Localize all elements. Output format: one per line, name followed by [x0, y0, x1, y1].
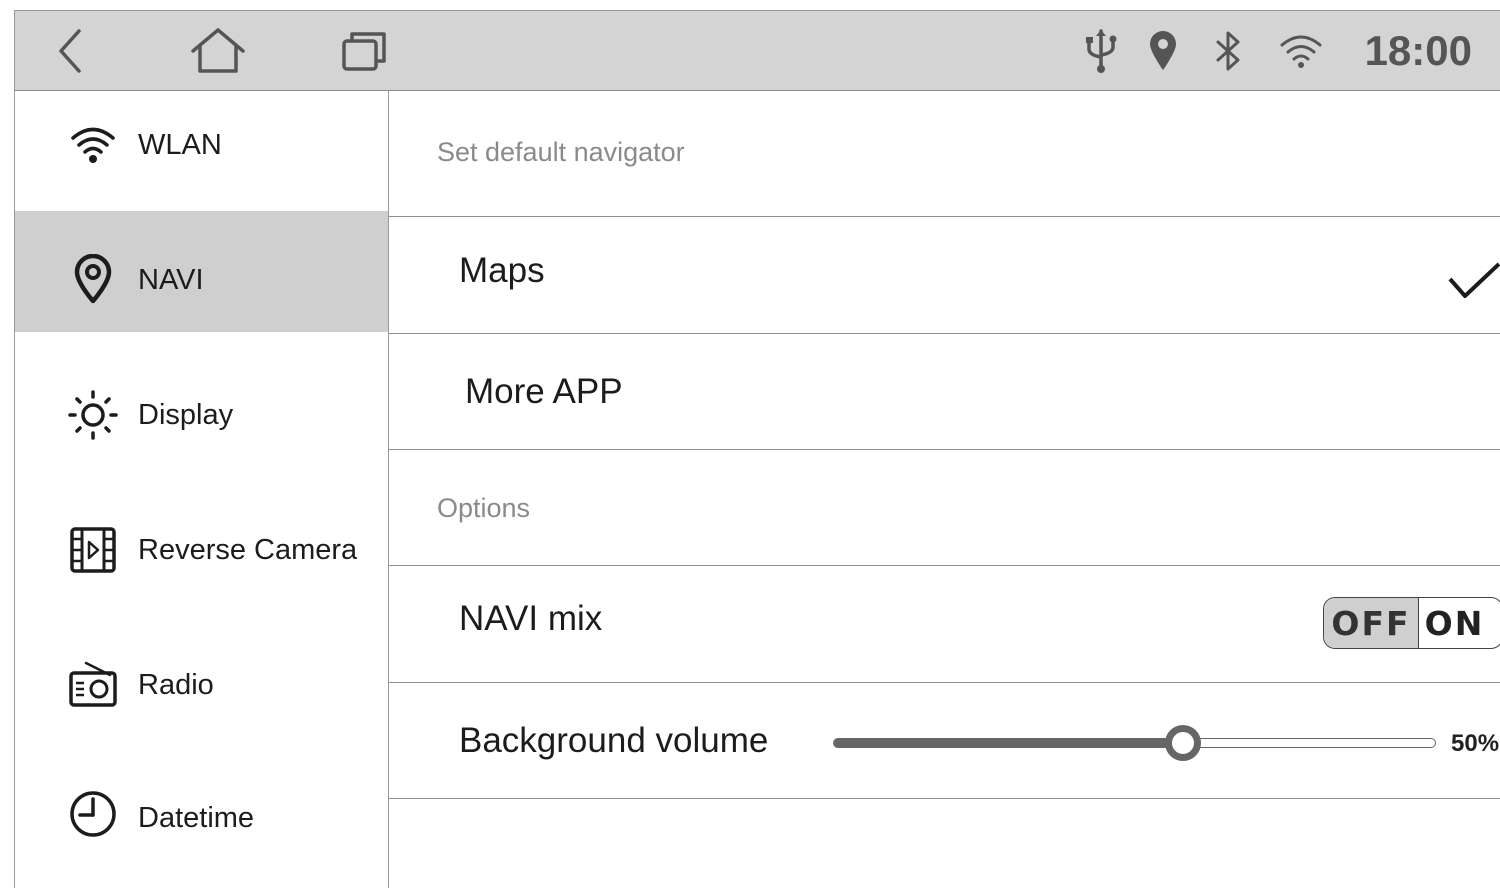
location-icon	[1145, 11, 1181, 91]
slider-fill	[834, 737, 1184, 748]
navigator-option-label: Maps	[459, 251, 545, 290]
sidebar-item-datetime[interactable]: Datetime	[15, 751, 388, 872]
navi-mix-toggle[interactable]: OFF ON	[1323, 597, 1500, 649]
sidebar-item-wlan[interactable]: WLAN	[15, 91, 388, 211]
home-icon	[191, 28, 245, 73]
location-pin-icon	[67, 253, 119, 305]
radio-icon	[67, 658, 119, 710]
section-title: Set default navigator	[437, 137, 685, 167]
sidebar-item-label: NAVI	[138, 264, 204, 296]
toggle-off-label: OFF	[1324, 598, 1419, 648]
sidebar-item-navi[interactable]: NAVI	[15, 211, 388, 332]
sidebar-item-reverse-camera[interactable]: Reverse Camera	[15, 481, 388, 602]
navi-mix-label: NAVI mix	[459, 599, 603, 638]
sidebar-item-display[interactable]: Display	[15, 346, 388, 467]
back-button[interactable]	[45, 11, 95, 91]
wifi-icon	[67, 119, 119, 171]
background-volume-label: Background volume	[459, 721, 769, 760]
slider-thumb[interactable]	[1164, 725, 1201, 761]
navigator-option-more-app[interactable]: More APP	[389, 334, 1500, 450]
recent-apps-icon	[342, 32, 386, 71]
navigator-option-maps[interactable]: Maps	[389, 217, 1500, 334]
clock: 18:00	[1364, 27, 1472, 74]
status-bar: 18:00	[14, 10, 1500, 91]
home-button[interactable]	[185, 11, 251, 91]
checkmark-icon	[1448, 262, 1500, 298]
sidebar-item-label: Reverse Camera	[138, 534, 358, 566]
sidebar-item-label: Display	[138, 399, 234, 431]
sidebar-item-radio[interactable]: Radio	[15, 616, 388, 737]
section-header-options: Options	[389, 450, 1500, 566]
brightness-icon	[67, 389, 119, 441]
usb-icon	[1081, 11, 1121, 91]
navi-mix-row: NAVI mix OFF ON	[389, 566, 1500, 683]
sidebar-item-label: WLAN	[138, 129, 222, 161]
recent-apps-button[interactable]	[335, 11, 395, 91]
toggle-on-label: ON	[1424, 603, 1485, 643]
section-title: Options	[437, 493, 531, 523]
wifi-icon	[1277, 11, 1325, 91]
section-header-navigator: Set default navigator	[389, 91, 1500, 217]
bluetooth-icon	[1211, 11, 1245, 91]
sidebar-item-label: Datetime	[138, 802, 255, 834]
navigator-option-label: More APP	[465, 372, 623, 411]
background-volume-row: Background volume 50%	[389, 683, 1500, 799]
settings-sidebar: WLAN NAVI Display Reverse Camera Radio D…	[14, 91, 389, 888]
navi-settings-panel: Set default navigator Maps More APP Opti…	[389, 91, 1500, 888]
sidebar-item-label: Radio	[138, 669, 214, 701]
film-play-icon	[67, 524, 119, 576]
background-volume-value: 50%	[1451, 730, 1500, 757]
background-volume-slider[interactable]	[833, 737, 1436, 748]
back-icon	[59, 29, 81, 73]
clock-icon	[67, 788, 119, 840]
